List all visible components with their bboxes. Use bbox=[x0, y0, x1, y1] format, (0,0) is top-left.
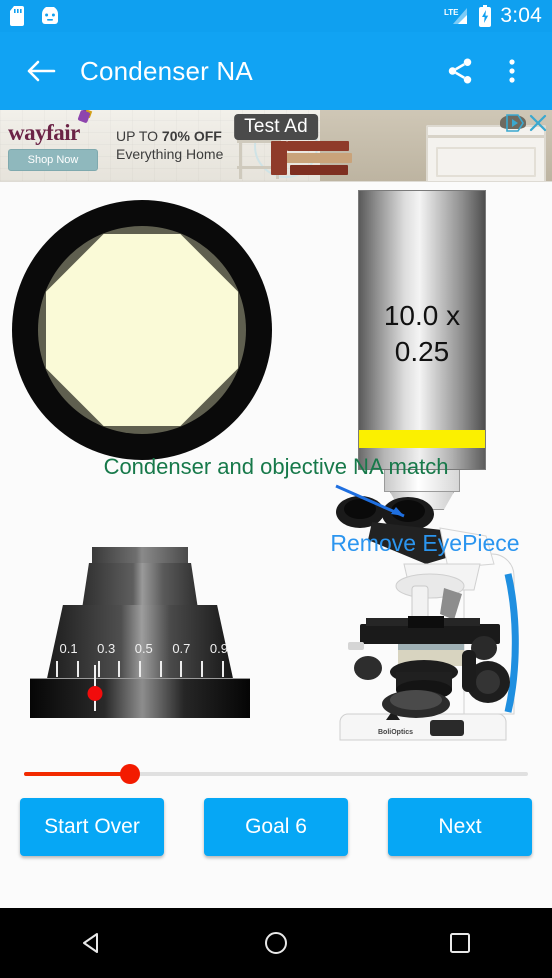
svg-text:BoliOptics: BoliOptics bbox=[378, 729, 413, 736]
page-title: Condenser NA bbox=[80, 55, 253, 86]
lte-signal-icon: LTE bbox=[444, 6, 470, 26]
condenser-dial[interactable]: 0.1 0.3 0.5 0.7 0.9 bbox=[30, 547, 250, 722]
condenser-scale-tick bbox=[118, 661, 121, 677]
next-button[interactable]: Next bbox=[388, 798, 532, 856]
objective-na: 0.25 bbox=[394, 335, 450, 367]
overflow-menu-button[interactable] bbox=[486, 56, 538, 86]
ad-brand-logo: wayfair bbox=[8, 119, 80, 145]
ad-headline: UP TO 70% OFF bbox=[116, 128, 222, 144]
condenser-scale-label: 0.9 bbox=[209, 641, 228, 656]
condenser-scale-label: 0.3 bbox=[97, 641, 116, 656]
slider-thumb[interactable] bbox=[119, 764, 140, 784]
condenser-scale-label: 0.7 bbox=[172, 641, 191, 656]
battery-charging-icon bbox=[478, 5, 492, 27]
ad-top-right-controls bbox=[505, 113, 548, 133]
back-arrow-icon bbox=[26, 58, 56, 84]
controls-row: 0.1 0.3 0.5 0.7 0.9 BoliOptics Remove Ey… bbox=[0, 482, 552, 752]
recents-square-icon bbox=[446, 929, 474, 957]
condenser-aperture-view[interactable] bbox=[12, 200, 272, 460]
svg-text:LTE: LTE bbox=[444, 8, 459, 17]
sd-card-icon bbox=[10, 6, 26, 26]
goal-button[interactable]: Goal 6 bbox=[204, 798, 348, 856]
condenser-scale-tick bbox=[221, 661, 224, 677]
status-message: Condenser and objective NA match bbox=[103, 454, 449, 479]
back-button[interactable] bbox=[14, 58, 68, 84]
objective-spec-text: 10.0 x 0.25 bbox=[358, 298, 486, 370]
status-bar-left-icons bbox=[10, 6, 60, 26]
objective-lens[interactable]: 10.0 x 0.25 bbox=[358, 190, 486, 510]
nav-back-button[interactable] bbox=[52, 929, 132, 957]
microscope-instruction-label: Remove EyePiece bbox=[330, 530, 520, 556]
condenser-indicator-dot[interactable] bbox=[87, 686, 103, 701]
condenser-scale-tick bbox=[139, 661, 141, 677]
home-circle-icon bbox=[262, 929, 290, 957]
objective-color-band bbox=[358, 430, 486, 448]
condenser-scale-tick bbox=[56, 661, 59, 677]
adchoices-icon[interactable] bbox=[505, 113, 525, 133]
ad-banner[interactable]: wayfair Shop Now UP TO 70% OFF Everythin… bbox=[0, 110, 552, 182]
nav-home-button[interactable] bbox=[236, 929, 316, 957]
ad-cta-button[interactable]: Shop Now bbox=[8, 148, 98, 171]
share-button[interactable] bbox=[434, 56, 486, 86]
condenser-scale-label: 0.5 bbox=[134, 641, 153, 656]
condenser-scale-tick bbox=[97, 661, 100, 677]
button-row: Start Over Goal 6 Next bbox=[0, 798, 552, 856]
nav-recents-button[interactable] bbox=[420, 929, 500, 957]
app-bar: Condenser NA bbox=[0, 32, 552, 110]
condenser-scale-label: 0.1 bbox=[59, 641, 78, 656]
slider-row bbox=[0, 752, 552, 798]
condenser-scale-tick bbox=[159, 661, 162, 677]
phone-screen: LTE 3:04 Condenser NA wayfair Shop Now U… bbox=[0, 0, 552, 978]
condenser-base bbox=[30, 678, 250, 718]
condenser-aperture-slider[interactable] bbox=[24, 764, 528, 784]
android-nav-bar bbox=[0, 908, 552, 978]
ad-subheadline: Everything Home bbox=[116, 145, 224, 162]
optics-row: 10.0 x 0.25 Condenser and objective NA m… bbox=[0, 182, 552, 510]
ad-test-label: Test Ad bbox=[234, 114, 318, 140]
ad-close-icon[interactable] bbox=[528, 113, 548, 133]
slider-fill bbox=[24, 772, 130, 776]
status-bar-clock: 3:04 bbox=[500, 4, 542, 27]
status-bar-right-icons: LTE 3:04 bbox=[444, 4, 542, 28]
condenser-scale-tick bbox=[76, 661, 79, 677]
condenser-neck bbox=[82, 563, 198, 609]
back-triangle-icon bbox=[78, 929, 106, 957]
condenser-scale-tick bbox=[201, 661, 204, 677]
overflow-menu-icon bbox=[508, 56, 516, 86]
objective-magnification: 10.0 x bbox=[383, 300, 461, 331]
status-bar: LTE 3:04 bbox=[0, 0, 552, 32]
microscope-image: BoliOptics Remove EyePiece bbox=[312, 482, 538, 752]
android-head-icon bbox=[40, 7, 60, 25]
condenser-scale-tick bbox=[180, 661, 183, 677]
ad-copy: UP TO 70% OFF Everything Home bbox=[116, 128, 223, 163]
share-icon bbox=[445, 56, 475, 86]
start-over-button[interactable]: Start Over bbox=[20, 798, 164, 856]
simulation-area: 10.0 x 0.25 Condenser and objective NA m… bbox=[0, 182, 552, 890]
